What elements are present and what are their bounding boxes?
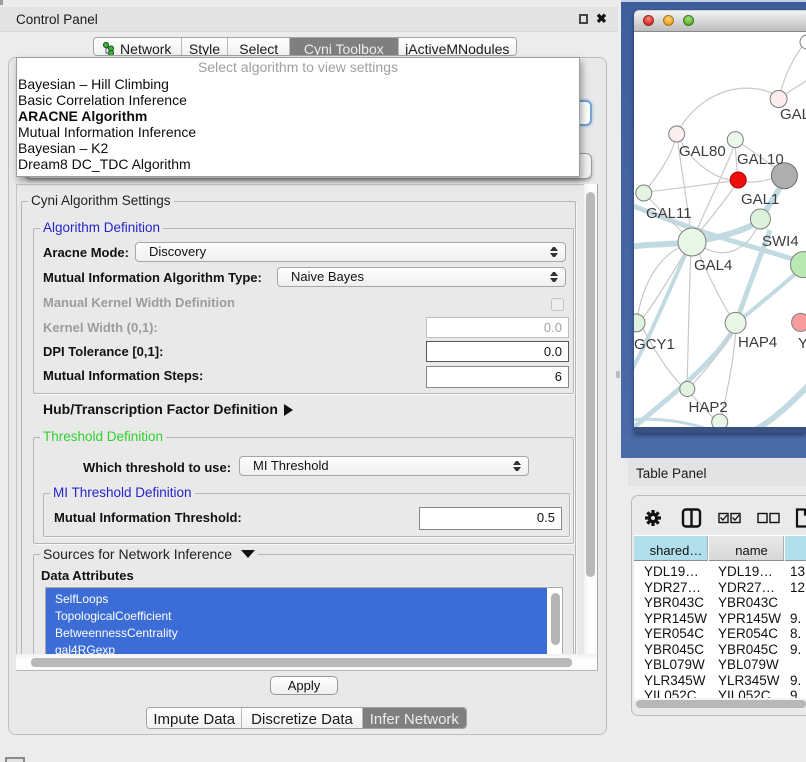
svg-text:Y: Y [798, 335, 806, 352]
svg-text:GAL: GAL [780, 106, 806, 123]
svg-text:GAL1: GAL1 [741, 191, 779, 208]
svg-text:GAL11: GAL11 [646, 205, 692, 222]
svg-text:SWI4: SWI4 [762, 233, 799, 250]
svg-text:HAP2: HAP2 [689, 399, 728, 416]
svg-text:GCY1: GCY1 [634, 336, 675, 353]
svg-text:GAL4: GAL4 [694, 257, 732, 274]
svg-text:HAP4: HAP4 [738, 334, 777, 351]
svg-text:GAL10: GAL10 [737, 151, 784, 168]
svg-text:GAL80: GAL80 [679, 143, 726, 160]
